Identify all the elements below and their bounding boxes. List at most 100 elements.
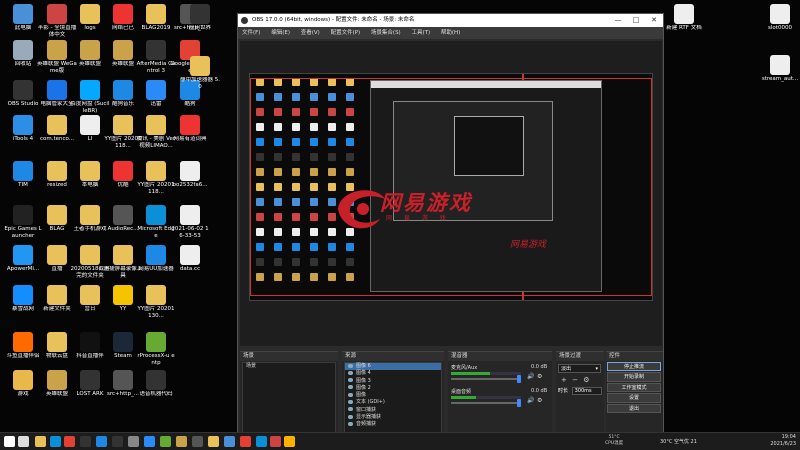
app-icon — [146, 205, 166, 225]
menu-edit[interactable]: 编辑(E) — [271, 30, 290, 36]
desktop-icon[interactable]: 2021-06-02 16-33-53 — [170, 205, 210, 239]
cpu-temperature: 51°C CPU温度 — [605, 435, 623, 447]
visibility-eye-icon[interactable] — [348, 414, 353, 419]
taskbar-app-icon[interactable] — [160, 436, 171, 447]
desktop-icon[interactable]: 语音机器代码 — [136, 370, 176, 398]
desktop-icon[interactable]: rProcessX-u entp — [136, 332, 176, 366]
studio-mode-button[interactable]: 工作室模式 — [607, 382, 661, 393]
minimize-button[interactable]: — — [609, 14, 627, 27]
desktop-icon[interactable]: bo2532fa6... — [170, 161, 210, 189]
source-label: 音频捕获 — [356, 421, 377, 428]
source-item[interactable]: 文本 (GDI+) — [345, 399, 441, 406]
visibility-eye-icon[interactable] — [348, 392, 353, 397]
source-label: 窗口捕获 — [356, 406, 377, 413]
scenes-list[interactable]: 场景 — [242, 362, 336, 435]
speaker-icon[interactable]: 🔊 — [527, 397, 534, 404]
desktop-icon-label: 静中加速器器 5.0 — [180, 77, 220, 90]
taskbar-app-icon[interactable] — [192, 436, 203, 447]
visibility-eye-icon[interactable] — [348, 370, 353, 375]
taskbar-app-icon[interactable] — [270, 436, 281, 447]
add-transition-button[interactable]: + — [561, 376, 567, 384]
weather-widget[interactable]: 30°C 空气优 21 — [660, 438, 697, 445]
taskbar-app-icon[interactable] — [256, 436, 267, 447]
taskbar-app-icon[interactable] — [208, 436, 219, 447]
source-item[interactable]: 图像 3 — [345, 378, 441, 385]
visibility-eye-icon[interactable] — [348, 378, 353, 383]
taskbar-app-icon[interactable] — [128, 436, 139, 447]
volume-slider-knob[interactable] — [517, 399, 521, 407]
menu-help[interactable]: 帮助(H) — [441, 30, 460, 36]
scene-item[interactable]: 场景 — [243, 363, 335, 370]
app-icon — [146, 285, 166, 305]
chrome-icon[interactable] — [64, 436, 75, 447]
obs-title-bar[interactable]: OBS 17.0.0 (64bit, windows) - 配置文件: 未命名 … — [238, 14, 663, 27]
preview-area[interactable]: 网易游戏 网 易 游 戏 网易游戏 — [240, 41, 662, 346]
gear-icon[interactable]: ⚙ — [537, 373, 542, 380]
stop-streaming-button[interactable]: 停止推流 — [607, 362, 661, 372]
mixer-channel: 麦克风/Aux 0.0 dB 🔊 ⚙ — [451, 364, 571, 386]
start-icon[interactable] — [4, 436, 15, 447]
source-item[interactable]: 窗口捕获 — [345, 407, 441, 414]
app-icon — [80, 40, 100, 60]
menu-scene-collection[interactable]: 场景集合(S) — [371, 30, 401, 36]
taskbar-app-icon[interactable] — [284, 436, 295, 447]
start-recording-button[interactable]: 开始录制 — [607, 372, 661, 382]
close-button[interactable]: ✕ — [645, 14, 663, 27]
app-icon — [180, 161, 200, 181]
volume-slider[interactable] — [451, 378, 521, 380]
maximize-button[interactable]: □ — [627, 14, 645, 27]
edge-icon[interactable] — [50, 436, 61, 447]
source-item[interactable]: 音频捕获 — [345, 421, 441, 428]
search-icon[interactable] — [18, 436, 29, 447]
obs-menu-bar: 文件(F) 编辑(E) 查看(V) 配置文件(P) 场景集合(S) 工具(T) … — [238, 27, 663, 39]
desktop-icon[interactable]: 新建 RTF 文档 — [664, 4, 704, 32]
desktop-icon[interactable]: stream_aut... — [760, 55, 800, 83]
taskbar-app-icon[interactable] — [96, 436, 107, 447]
duration-input[interactable]: 300ms — [571, 387, 602, 395]
menu-file[interactable]: 文件(F) — [242, 30, 260, 36]
taskbar-app-icon[interactable] — [240, 436, 251, 447]
obs-icon[interactable] — [80, 436, 91, 447]
menu-profile[interactable]: 配置文件(P) — [331, 30, 361, 36]
exit-button[interactable]: 退出 — [607, 403, 661, 414]
logo-small-text: 网易游戏 — [510, 240, 547, 250]
app-icon — [113, 245, 133, 265]
transition-settings-icon[interactable]: ⚙ — [583, 376, 589, 384]
desktop-icon[interactable]: YY图片 20201130... — [136, 285, 176, 319]
preview-canvas[interactable]: 网易游戏 网 易 游 戏 网易游戏 — [249, 73, 653, 301]
app-icon — [113, 4, 133, 24]
transition-select[interactable]: 淡出 ▾ — [558, 364, 601, 373]
volume-slider-knob[interactable] — [517, 375, 521, 383]
gear-icon[interactable]: ⚙ — [537, 397, 542, 404]
desktop-icon-label: rProcessX-u entp — [137, 353, 175, 366]
system-clock[interactable]: 19:04 2021/6/23 — [770, 434, 796, 448]
remove-transition-button[interactable]: − — [572, 376, 578, 384]
visibility-eye-icon[interactable] — [348, 407, 353, 412]
desktop-icon[interactable]: data.cc — [170, 245, 210, 273]
taskbar-app-icon[interactable] — [112, 436, 123, 447]
app-icon — [113, 161, 133, 181]
visibility-eye-icon[interactable] — [348, 421, 353, 426]
speaker-icon[interactable]: 🔊 — [527, 373, 534, 380]
menu-tools[interactable]: 工具(T) — [411, 30, 430, 36]
taskbar-app-icon[interactable] — [144, 436, 155, 447]
app-icon — [80, 80, 100, 100]
app-icon — [80, 205, 100, 225]
obs-window[interactable]: OBS 17.0.0 (64bit, windows) - 配置文件: 未命名 … — [237, 13, 664, 446]
visibility-eye-icon[interactable] — [348, 363, 353, 368]
menu-view[interactable]: 查看(V) — [301, 30, 320, 36]
volume-slider[interactable] — [451, 402, 521, 404]
desktop-icon[interactable]: 网易有道词典 — [170, 115, 210, 143]
source-item[interactable]: 图像 4 — [345, 370, 441, 377]
visibility-eye-icon[interactable] — [348, 399, 353, 404]
taskbar-app-icon[interactable] — [224, 436, 235, 447]
taskbar-app-icon[interactable] — [176, 436, 187, 447]
desktop-icon[interactable]: 静中加速器器 5.0 — [180, 56, 220, 90]
sources-list[interactable]: 图像 6 图像 4 图像 3 图像 2 图像 文本 (GDI+) 窗口捕获 显示器捕获 音频捕获 — [344, 362, 442, 435]
settings-button[interactable]: 设置 — [607, 393, 661, 403]
desktop-icon[interactable]: 应用世界 — [180, 4, 220, 32]
folder-icon[interactable] — [35, 436, 46, 447]
visibility-eye-icon[interactable] — [348, 385, 353, 390]
desktop-icon[interactable]: slot0000 — [760, 4, 800, 32]
scenes-title: 场景 — [240, 352, 338, 361]
